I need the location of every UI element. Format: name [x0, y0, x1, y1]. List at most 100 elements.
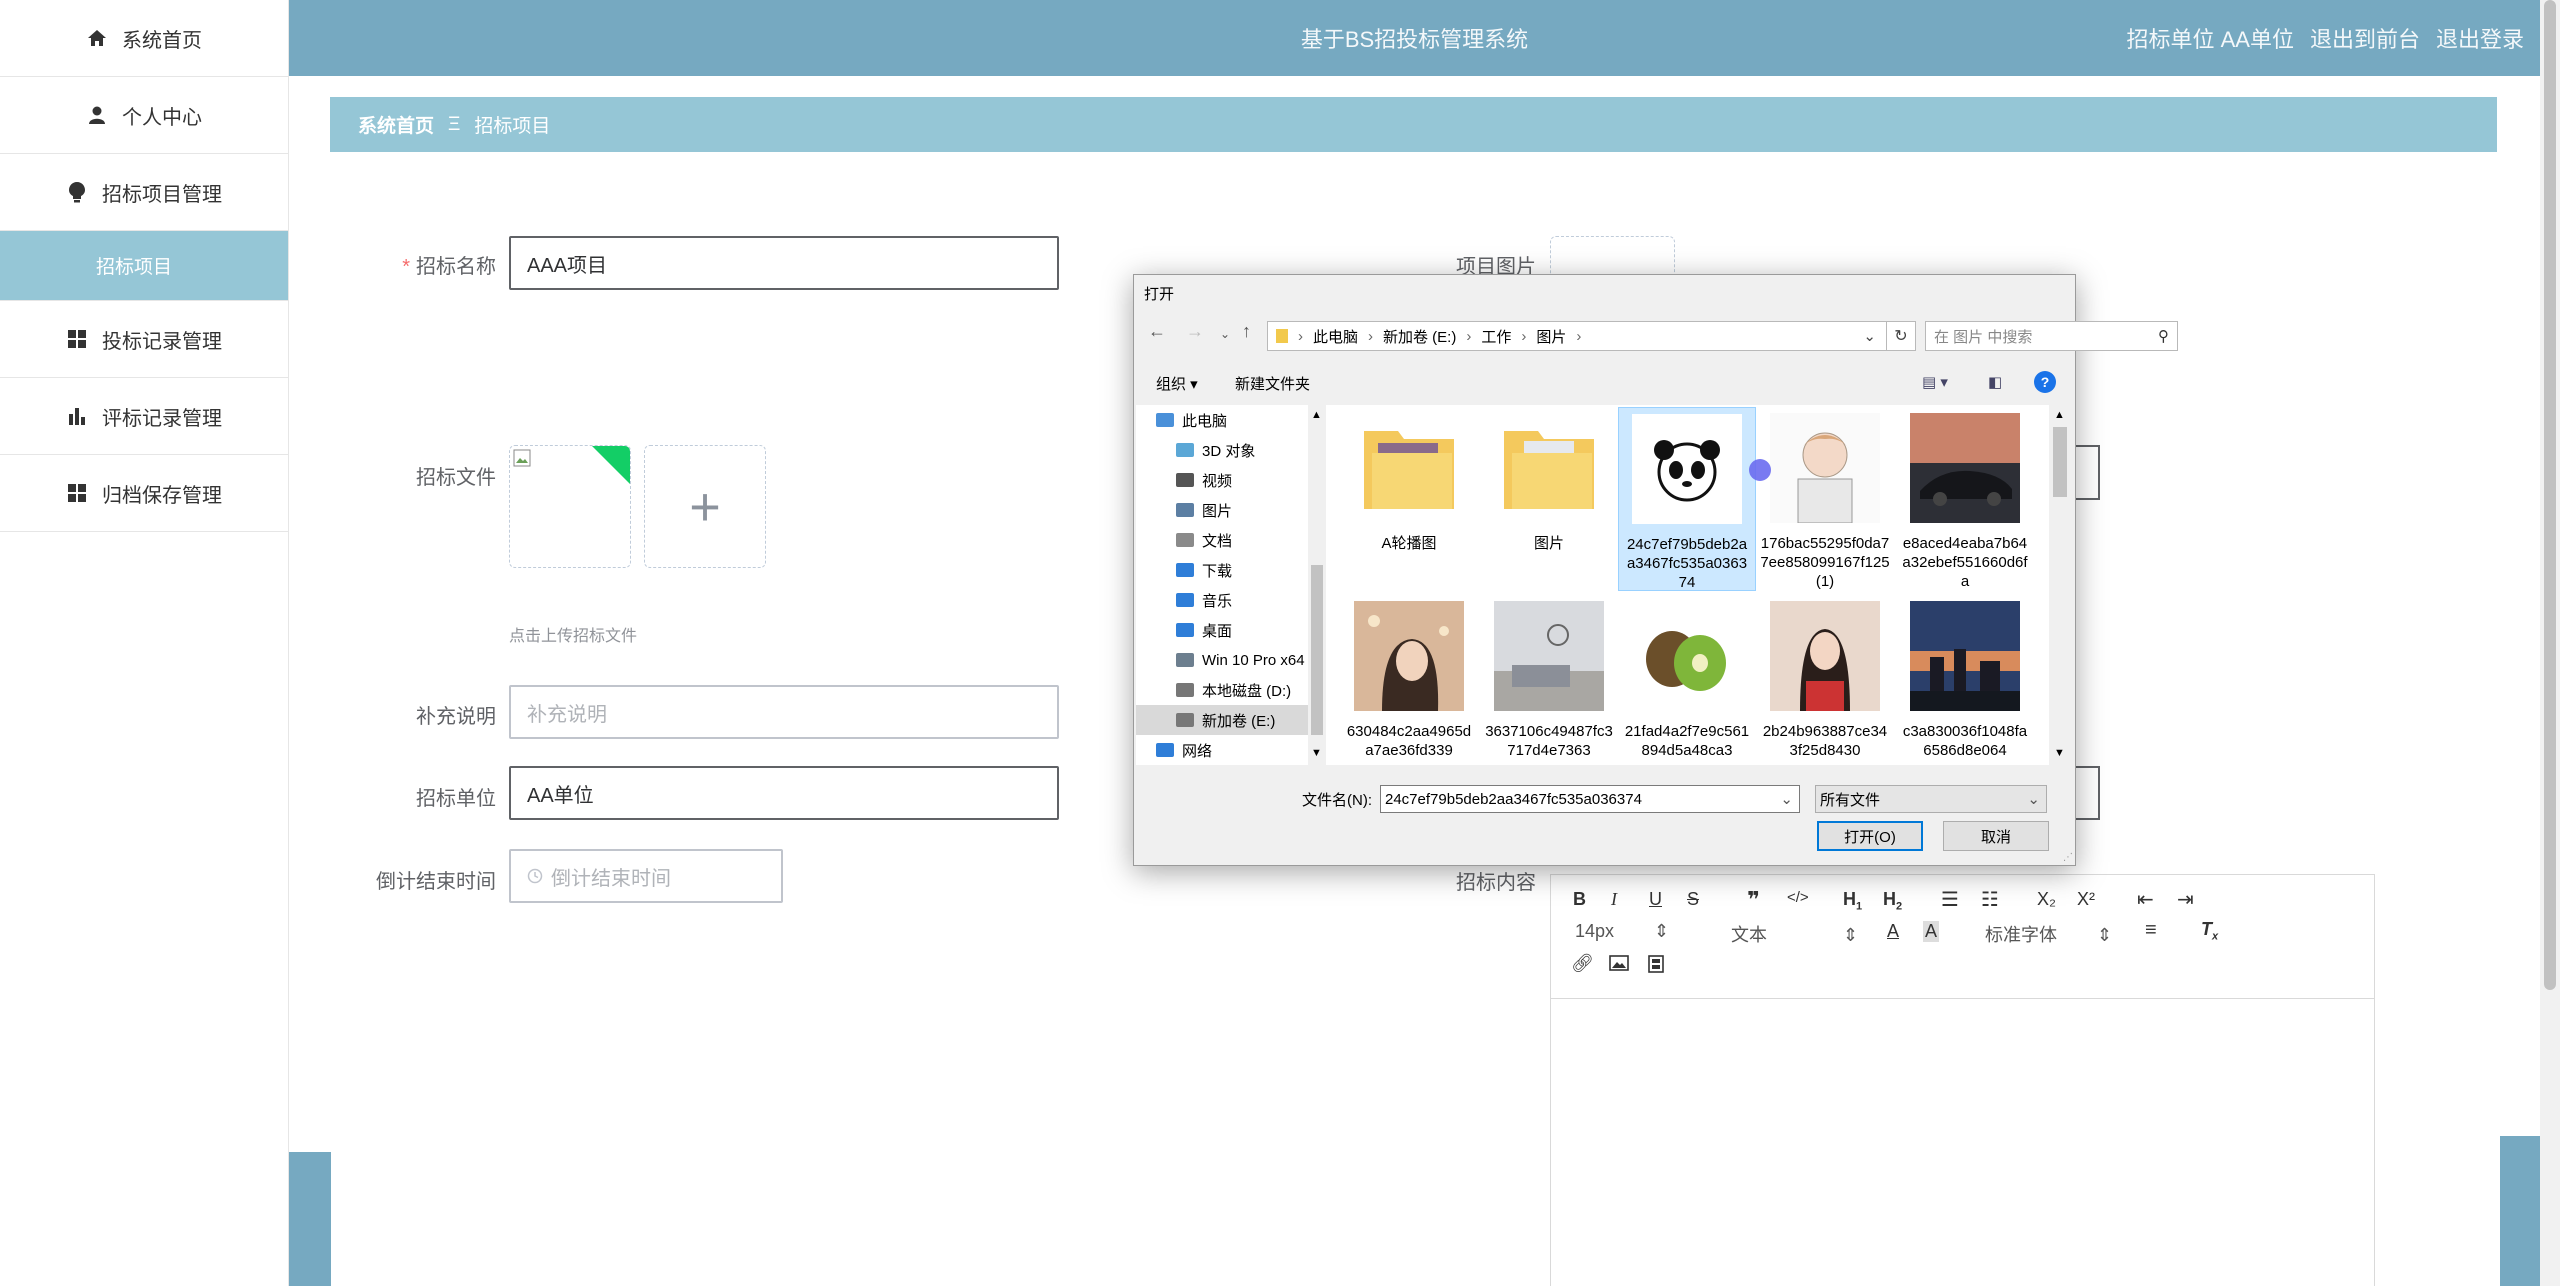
file-item[interactable]: e8aced4eaba7b64a32ebef551660d6fa [1896, 413, 2034, 593]
tree-item-desktop[interactable]: 桌面 [1136, 615, 1316, 645]
files-scrollbar[interactable]: ▲ ▼ [2049, 405, 2071, 765]
uploaded-file-thumb[interactable] [509, 445, 631, 568]
tree-scroll-thumb[interactable] [1311, 565, 1323, 735]
file-type-dropdown-icon[interactable]: ⌄ [2027, 790, 2040, 808]
back-arrow-icon[interactable]: ← [1148, 321, 1166, 342]
path-segment[interactable]: 此电脑 [1313, 326, 1358, 347]
rich-text-editor[interactable]: B I U S ❞ </> H1 H2 ☰ ☷ X₂ X² ⇤ ⇥ 14px ⇕ … [1550, 874, 2375, 1286]
font-size-select[interactable]: 14px ⇕ [1575, 921, 1669, 942]
file-item[interactable]: 2b24b963887ce343f25d8430 [1756, 601, 1894, 761]
strike-button[interactable]: S [1687, 889, 1699, 910]
tree-item-music[interactable]: 音乐 [1136, 585, 1316, 615]
up-arrow-icon[interactable]: ↑ [1242, 321, 1251, 342]
image-icon[interactable] [1609, 955, 1629, 976]
file-item[interactable]: 图片 [1480, 413, 1618, 552]
path-segment[interactable]: 工作 [1481, 326, 1511, 347]
file-type-select[interactable]: 所有文件 ⌄ [1815, 785, 2047, 813]
new-folder-button[interactable]: 新建文件夹 [1235, 373, 1310, 394]
back-to-front-link[interactable]: 退出到前台 [2310, 22, 2420, 54]
bold-button[interactable]: B [1573, 889, 1586, 910]
forward-arrow-icon[interactable]: → [1186, 321, 1204, 342]
text-style-select[interactable]: 文本 ⇕ [1731, 921, 1858, 947]
sidebar-item-label: 评标记录管理 [102, 407, 222, 430]
cancel-button[interactable]: 取消 [1943, 821, 2049, 851]
scrollbar-thumb[interactable] [2544, 0, 2556, 990]
font-family-select[interactable]: 标准字体 ⇕ [1985, 921, 2112, 947]
file-item[interactable]: 630484c2aa4965da7ae36fd339 [1340, 601, 1478, 761]
tree-item-downloads[interactable]: 下载 [1136, 555, 1316, 585]
file-item[interactable]: 3637106c49487fc3717d4e7363 [1480, 601, 1618, 761]
underline-button[interactable]: U [1649, 889, 1662, 910]
deadline-input[interactable]: 倒计结束时间 [509, 849, 783, 903]
unit-input[interactable]: AA单位 [509, 766, 1059, 820]
dialog-search-input[interactable]: 在 图片 中搜索 ⚲ [1925, 321, 2178, 351]
tree-item-3d[interactable]: 3D 对象 [1136, 435, 1316, 465]
superscript-button[interactable]: X² [2077, 889, 2095, 910]
breadcrumb-current: 招标项目 [474, 116, 551, 137]
quote-icon[interactable]: ❞ [1747, 887, 1760, 913]
tree-item-win10[interactable]: Win 10 Pro x64 [1136, 645, 1316, 675]
font-color-icon[interactable]: A [1887, 921, 1899, 942]
logout-link[interactable]: 退出登录 [2436, 22, 2524, 54]
sidebar-item-project[interactable]: 招标项目 [0, 231, 288, 301]
indent-icon[interactable]: ⇥ [2177, 887, 2194, 912]
refresh-icon[interactable]: ↻ [1886, 321, 1916, 351]
sidebar-item-archive[interactable]: 归档保存管理 [0, 455, 288, 532]
breadcrumb-home[interactable]: 系统首页 [358, 111, 434, 138]
help-icon[interactable]: ? [2034, 371, 2056, 393]
address-bar[interactable]: › 此电脑 › 新加卷 (E:) › 工作 › 图片 › ⌄ [1267, 321, 1887, 351]
video-icon[interactable] [1647, 955, 1665, 978]
tree-item-this-pc[interactable]: 此电脑 [1136, 405, 1316, 435]
tree-item-pictures[interactable]: 图片 [1136, 495, 1316, 525]
bullet-list-icon[interactable]: ☷ [1981, 887, 1999, 912]
view-options-icon[interactable]: ▤ ▾ [1922, 373, 1948, 391]
filename-dropdown-icon[interactable]: ⌄ [1780, 790, 1793, 808]
plus-icon: + [689, 476, 721, 537]
name-value: AAA项目 [527, 254, 608, 277]
sidebar-item-project-mgmt[interactable]: 招标项目管理 [0, 154, 288, 231]
preview-pane-icon[interactable]: ◧ [1988, 373, 2002, 391]
resize-grip-icon[interactable]: ⋰ [2063, 852, 2073, 863]
tree-scrollbar[interactable]: ▲ ▼ [1308, 405, 1326, 765]
note-input[interactable]: 补充说明 [509, 685, 1059, 739]
file-item-selected[interactable]: 24c7ef79b5deb2aa3467fc535a036374 [1618, 407, 1756, 591]
upload-success-corner [592, 446, 630, 484]
h2-button[interactable]: H2 [1883, 889, 1902, 913]
link-icon[interactable]: 🔗︎ [1571, 953, 1594, 974]
sidebar-item-eval-records[interactable]: 评标记录管理 [0, 378, 288, 455]
file-item[interactable]: 21fad4a2f7e9c561894d5a48ca3 [1618, 601, 1756, 761]
address-dropdown-icon[interactable]: ⌄ [1863, 327, 1876, 345]
clear-format-icon[interactable]: Tx [2201, 919, 2218, 943]
tree-item-network[interactable]: 网络 [1136, 735, 1316, 765]
italic-button[interactable]: I [1611, 889, 1617, 910]
organize-menu[interactable]: 组织 ▾ [1156, 373, 1198, 394]
files-scroll-thumb[interactable] [2053, 427, 2067, 497]
h1-button[interactable]: H1 [1843, 889, 1862, 913]
path-segment[interactable]: 新加卷 (E:) [1383, 326, 1456, 347]
recent-dropdown-icon[interactable]: ⌄ [1220, 327, 1230, 341]
tree-item-drive-d[interactable]: 本地磁盘 (D:) [1136, 675, 1316, 705]
tree-item-videos[interactable]: 视频 [1136, 465, 1316, 495]
upload-add-button[interactable]: + [644, 445, 766, 568]
page-scrollbar[interactable] [2540, 0, 2560, 1286]
filename-input[interactable]: 24c7ef79b5deb2aa3467fc535a036374 ⌄ [1380, 785, 1800, 813]
sidebar-item-home[interactable]: 系统首页 [0, 0, 288, 77]
name-input[interactable]: AAA项目 [509, 236, 1059, 290]
subscript-button[interactable]: X₂ [2037, 889, 2056, 910]
tree-item-drive-e[interactable]: 新加卷 (E:) [1136, 705, 1316, 735]
image-upload-box[interactable] [1550, 236, 1675, 276]
ordered-list-icon[interactable]: ☰ [1941, 887, 1959, 912]
path-segment[interactable]: 图片 [1536, 326, 1566, 347]
file-item[interactable]: A轮播图 [1340, 413, 1478, 552]
align-icon[interactable]: ≡ [2145, 919, 2157, 942]
background-color-icon[interactable]: A [1923, 921, 1940, 942]
file-item[interactable]: c3a830036f1048fa6586d8e064 [1896, 601, 2034, 761]
outdent-icon[interactable]: ⇤ [2137, 887, 2154, 912]
open-button[interactable]: 打开(O) [1817, 821, 1923, 851]
code-icon[interactable]: </> [1787, 889, 1809, 906]
tree-item-documents[interactable]: 文档 [1136, 525, 1316, 555]
sidebar-item-profile[interactable]: 个人中心 [0, 77, 288, 154]
sidebar-item-bid-records[interactable]: 投标记录管理 [0, 301, 288, 378]
filename-row: 文件名(N): 24c7ef79b5deb2aa3467fc535a036374… [1134, 781, 2075, 817]
file-item[interactable]: 176bac55295f0da77ee858099167f125(1) [1756, 413, 1894, 593]
